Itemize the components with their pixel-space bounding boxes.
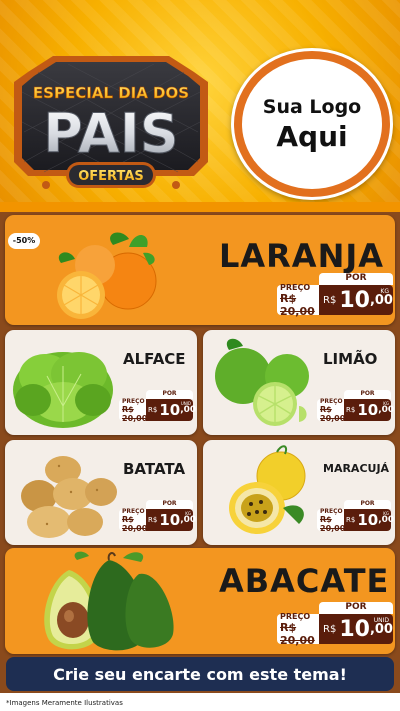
product-name: MARACUJÁ: [323, 462, 390, 475]
new-price: R$ 10,00 UNID: [146, 399, 197, 421]
preco-tag: PREÇO R$ 20,00: [119, 508, 148, 533]
passion-fruit-image: [229, 445, 306, 534]
badge-main-text: PAIS: [43, 102, 178, 165]
footnote: *Imagens Meramente Ilustrativas: [0, 693, 400, 711]
potato-image: [21, 456, 117, 538]
orange-image: [57, 232, 157, 319]
price-box: PREÇO R$ 20,00 POR R$ 10,00 KG: [119, 500, 197, 533]
por-label: POR: [319, 602, 393, 614]
product-name: LIMÃO: [323, 350, 378, 368]
new-price: R$ 10,00 KG: [146, 509, 197, 531]
preco-tag: PREÇO R$ 20,00: [277, 612, 319, 647]
product-card-alface[interactable]: ALFACE PREÇO R$ 20,00 POR R$ 10,00 UNID: [5, 330, 197, 435]
badge-top-text: ESPECIAL DIA DOS: [33, 84, 189, 102]
preco-tag: PREÇO R$ 20,00: [119, 398, 148, 423]
preco-tag: PREÇO R$ 20,00: [277, 283, 319, 318]
preco-tag: PREÇO R$ 20,00: [317, 398, 346, 423]
old-price: R$ 20,00: [320, 404, 346, 423]
flyer-page: ESPECIAL DIA DOS PAIS OFERTAS Sua Logo A…: [0, 0, 400, 711]
product-card-limao[interactable]: LIMÃO PREÇO R$ 20,00 POR R$ 10,00 KG: [203, 330, 395, 435]
price-box: PREÇO R$ 20,00 POR R$ 10,00 KG: [317, 390, 395, 423]
price-box: PREÇO R$ 20,00 POR R$ 10,00 KG: [277, 273, 393, 318]
product-card-maracuja[interactable]: MARACUJÁ PREÇO R$ 20,00 POR R$ 10,00 KG: [203, 440, 395, 545]
por-label: POR: [146, 500, 193, 509]
por-label: POR: [146, 390, 193, 399]
product-card-abacate[interactable]: ABACATE PREÇO R$ 20,00 POR R$ 10,00 UNID: [5, 548, 395, 654]
por-label: POR: [344, 500, 391, 509]
price-box: PREÇO R$ 20,00 POR R$ 10,00 KG: [317, 500, 395, 533]
product-card-laranja[interactable]: -50% LARANJA PREÇO R$ 20,00 POR R$ 10,00 KG: [5, 215, 395, 325]
preco-tag: PREÇO R$ 20,00: [317, 508, 346, 533]
logo-line1: Sua Logo: [262, 95, 362, 118]
product-card-batata[interactable]: BATATA PREÇO R$ 20,00 POR R$ 10,00 KG: [5, 440, 197, 545]
old-price: R$ 20,00: [280, 620, 315, 647]
old-price: R$ 20,00: [122, 404, 148, 423]
price-box: PREÇO R$ 20,00 POR R$ 10,00 UNID: [119, 390, 197, 423]
lime-image: [215, 338, 309, 426]
por-label: POR: [344, 390, 391, 399]
old-price: R$ 20,00: [320, 514, 346, 533]
new-price: R$ 10,00 UNID: [319, 614, 393, 644]
new-price: R$ 10,00 KG: [344, 509, 395, 531]
product-name: LARANJA: [219, 237, 385, 275]
new-price: R$ 10,00 KG: [344, 399, 395, 421]
badge-sub-text: OFERTAS: [78, 169, 144, 184]
product-name: BATATA: [123, 460, 186, 478]
product-name: ALFACE: [123, 350, 186, 368]
por-label: POR: [319, 273, 393, 285]
price-box: PREÇO R$ 20,00 POR R$ 10,00 UNID: [277, 602, 393, 647]
header-divider: [0, 202, 400, 212]
logo-line2: Aqui: [276, 119, 348, 153]
product-name: ABACATE: [219, 562, 390, 600]
avocado-image: [44, 551, 174, 651]
discount-badge: -50%: [8, 233, 40, 249]
header-banner: ESPECIAL DIA DOS PAIS OFERTAS Sua Logo A…: [0, 0, 400, 212]
lettuce-image: [13, 352, 113, 428]
fathers-day-badge: ESPECIAL DIA DOS PAIS OFERTAS: [14, 56, 208, 189]
old-price: R$ 20,00: [280, 291, 315, 318]
cta-banner[interactable]: Crie seu encarte com este tema!: [6, 657, 394, 691]
logo-placeholder[interactable]: Sua Logo Aqui: [231, 48, 393, 200]
new-price: R$ 10,00 KG: [319, 285, 393, 315]
old-price: R$ 20,00: [122, 514, 148, 533]
